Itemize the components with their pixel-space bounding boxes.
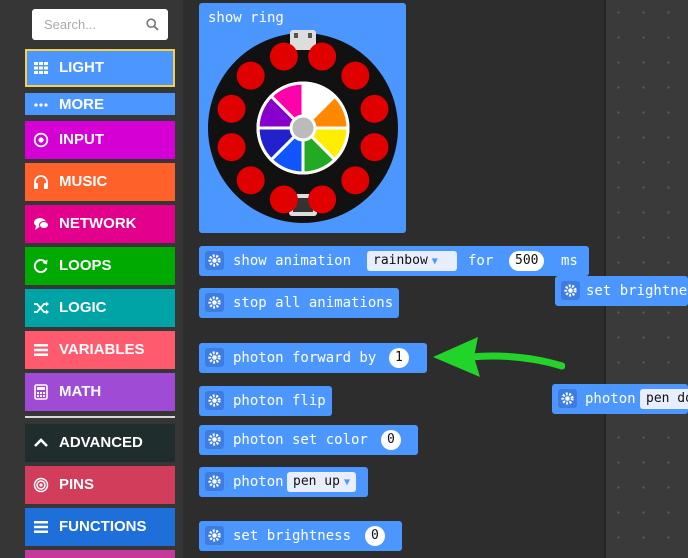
functions-list-icon [34,521,48,533]
led-4[interactable] [360,133,389,162]
search-icon[interactable] [146,18,159,31]
gear-icon [205,391,224,410]
calculator-icon [34,384,48,400]
category-sidebar: Search... LIGHT MORE INPUT MUSIC NETWORK… [0,0,183,558]
photon-set-color-block[interactable]: photon set color 0 [199,425,418,455]
led-ring-picker[interactable] [208,30,398,225]
annotation-arrow [433,337,565,377]
category-network[interactable]: NETWORK [25,205,175,243]
led-1[interactable] [308,42,337,71]
led-2[interactable] [341,61,370,90]
stop-all-animations-block[interactable]: stop all animations [199,288,399,318]
gear-icon [205,472,224,491]
category-more[interactable]: MORE [25,93,175,115]
gear-icon [205,430,224,449]
gear-icon [205,526,224,545]
radio-icon [33,132,49,148]
workspace-set-brightness-block[interactable]: set brightness [555,276,688,306]
category-functions[interactable]: FUNCTIONS [25,508,175,546]
category-variables[interactable]: VARIABLES [25,331,175,369]
grid-icon [34,62,48,74]
chevron-up-icon [34,438,48,447]
gear-icon [558,389,577,408]
category-loops[interactable]: LOOPS [25,247,175,285]
photon-forward-block[interactable]: photon forward by 1 [199,343,427,373]
gear-icon [205,348,224,367]
photon-flip-block[interactable]: photon flip [199,386,332,416]
category-music[interactable]: MUSIC [25,163,175,201]
chat-icon [34,218,49,230]
workspace-photon-pen-block[interactable]: photon pen do [552,384,688,414]
brightness-input[interactable]: 0 [365,526,385,546]
show-animation-block[interactable]: show animation rainbow ▼ for 500 ms [199,246,589,276]
shuffle-icon [34,301,49,315]
workspace-pen-dropdown[interactable]: pen do [640,389,688,409]
category-partial[interactable] [25,550,175,558]
search-box[interactable]: Search... [32,9,168,40]
category-logic[interactable]: LOGIC [25,289,175,327]
wheel-center[interactable] [289,114,317,142]
led-11[interactable] [236,61,265,90]
led-10[interactable] [217,94,246,123]
led-9[interactable] [217,133,246,162]
photon-pen-block[interactable]: photon pen up ▼ [199,467,368,497]
list-icon [34,344,48,356]
dropdown-caret-icon: ▼ [343,477,350,488]
pen-dropdown[interactable]: pen up ▼ [287,472,356,492]
category-input[interactable]: INPUT [25,121,175,159]
led-8[interactable] [236,166,265,195]
search-input[interactable]: Search... [44,17,96,32]
color-value-input[interactable]: 0 [381,430,401,450]
led-6[interactable] [308,185,337,214]
gear-icon [561,281,580,300]
led-12[interactable] [269,42,298,71]
forward-distance-input[interactable]: 1 [389,348,409,368]
led-5[interactable] [341,166,370,195]
duration-input[interactable]: 500 [509,251,545,271]
refresh-icon [33,259,48,274]
animation-dropdown[interactable]: rainbow ▼ [367,251,457,271]
category-divider [25,416,175,418]
target-icon [33,477,49,493]
dropdown-caret-icon: ▼ [431,256,438,267]
show-ring-block[interactable]: show ring [199,3,406,233]
led-7[interactable] [269,185,298,214]
category-advanced[interactable]: ADVANCED [25,424,175,462]
gear-icon [205,293,224,312]
set-brightness-block[interactable]: set brightness 0 [199,521,402,551]
category-math[interactable]: MATH [25,373,175,411]
gear-icon [205,251,224,270]
headphones-icon [34,175,48,189]
category-light[interactable]: LIGHT [25,49,175,87]
led-3[interactable] [360,94,389,123]
dots-icon [34,103,48,107]
category-pins[interactable]: PINS [25,466,175,504]
